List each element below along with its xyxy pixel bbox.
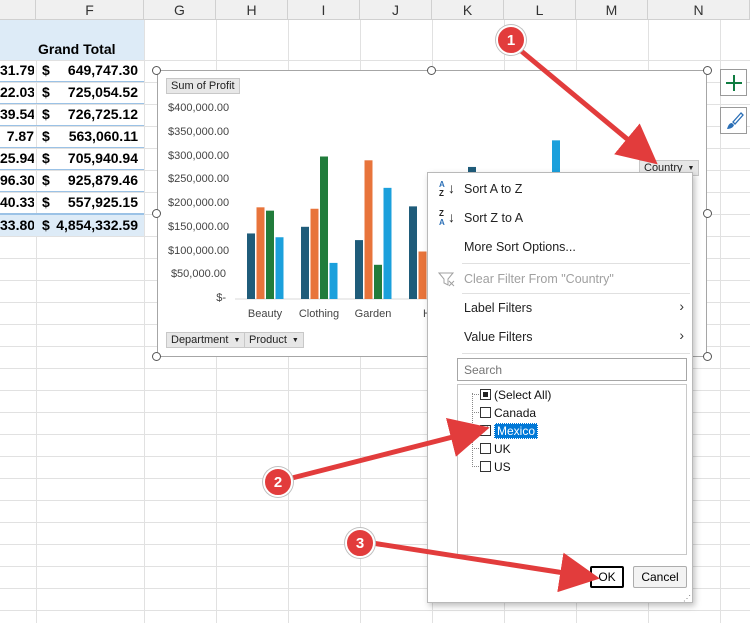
annotation-arrow-1 (518, 48, 658, 165)
step-badge-label: 1 (506, 31, 516, 49)
step-badge-label: 2 (273, 473, 283, 491)
step-badge-3: 3 (345, 528, 375, 558)
step-badge-2: 2 (263, 467, 293, 497)
annotation-layer (291, 48, 658, 593)
annotation-arrow-3 (371, 540, 600, 593)
step-badge-label: 3 (355, 534, 365, 552)
annotation-arrow-2 (291, 418, 490, 481)
step-badge-1: 1 (496, 25, 526, 55)
